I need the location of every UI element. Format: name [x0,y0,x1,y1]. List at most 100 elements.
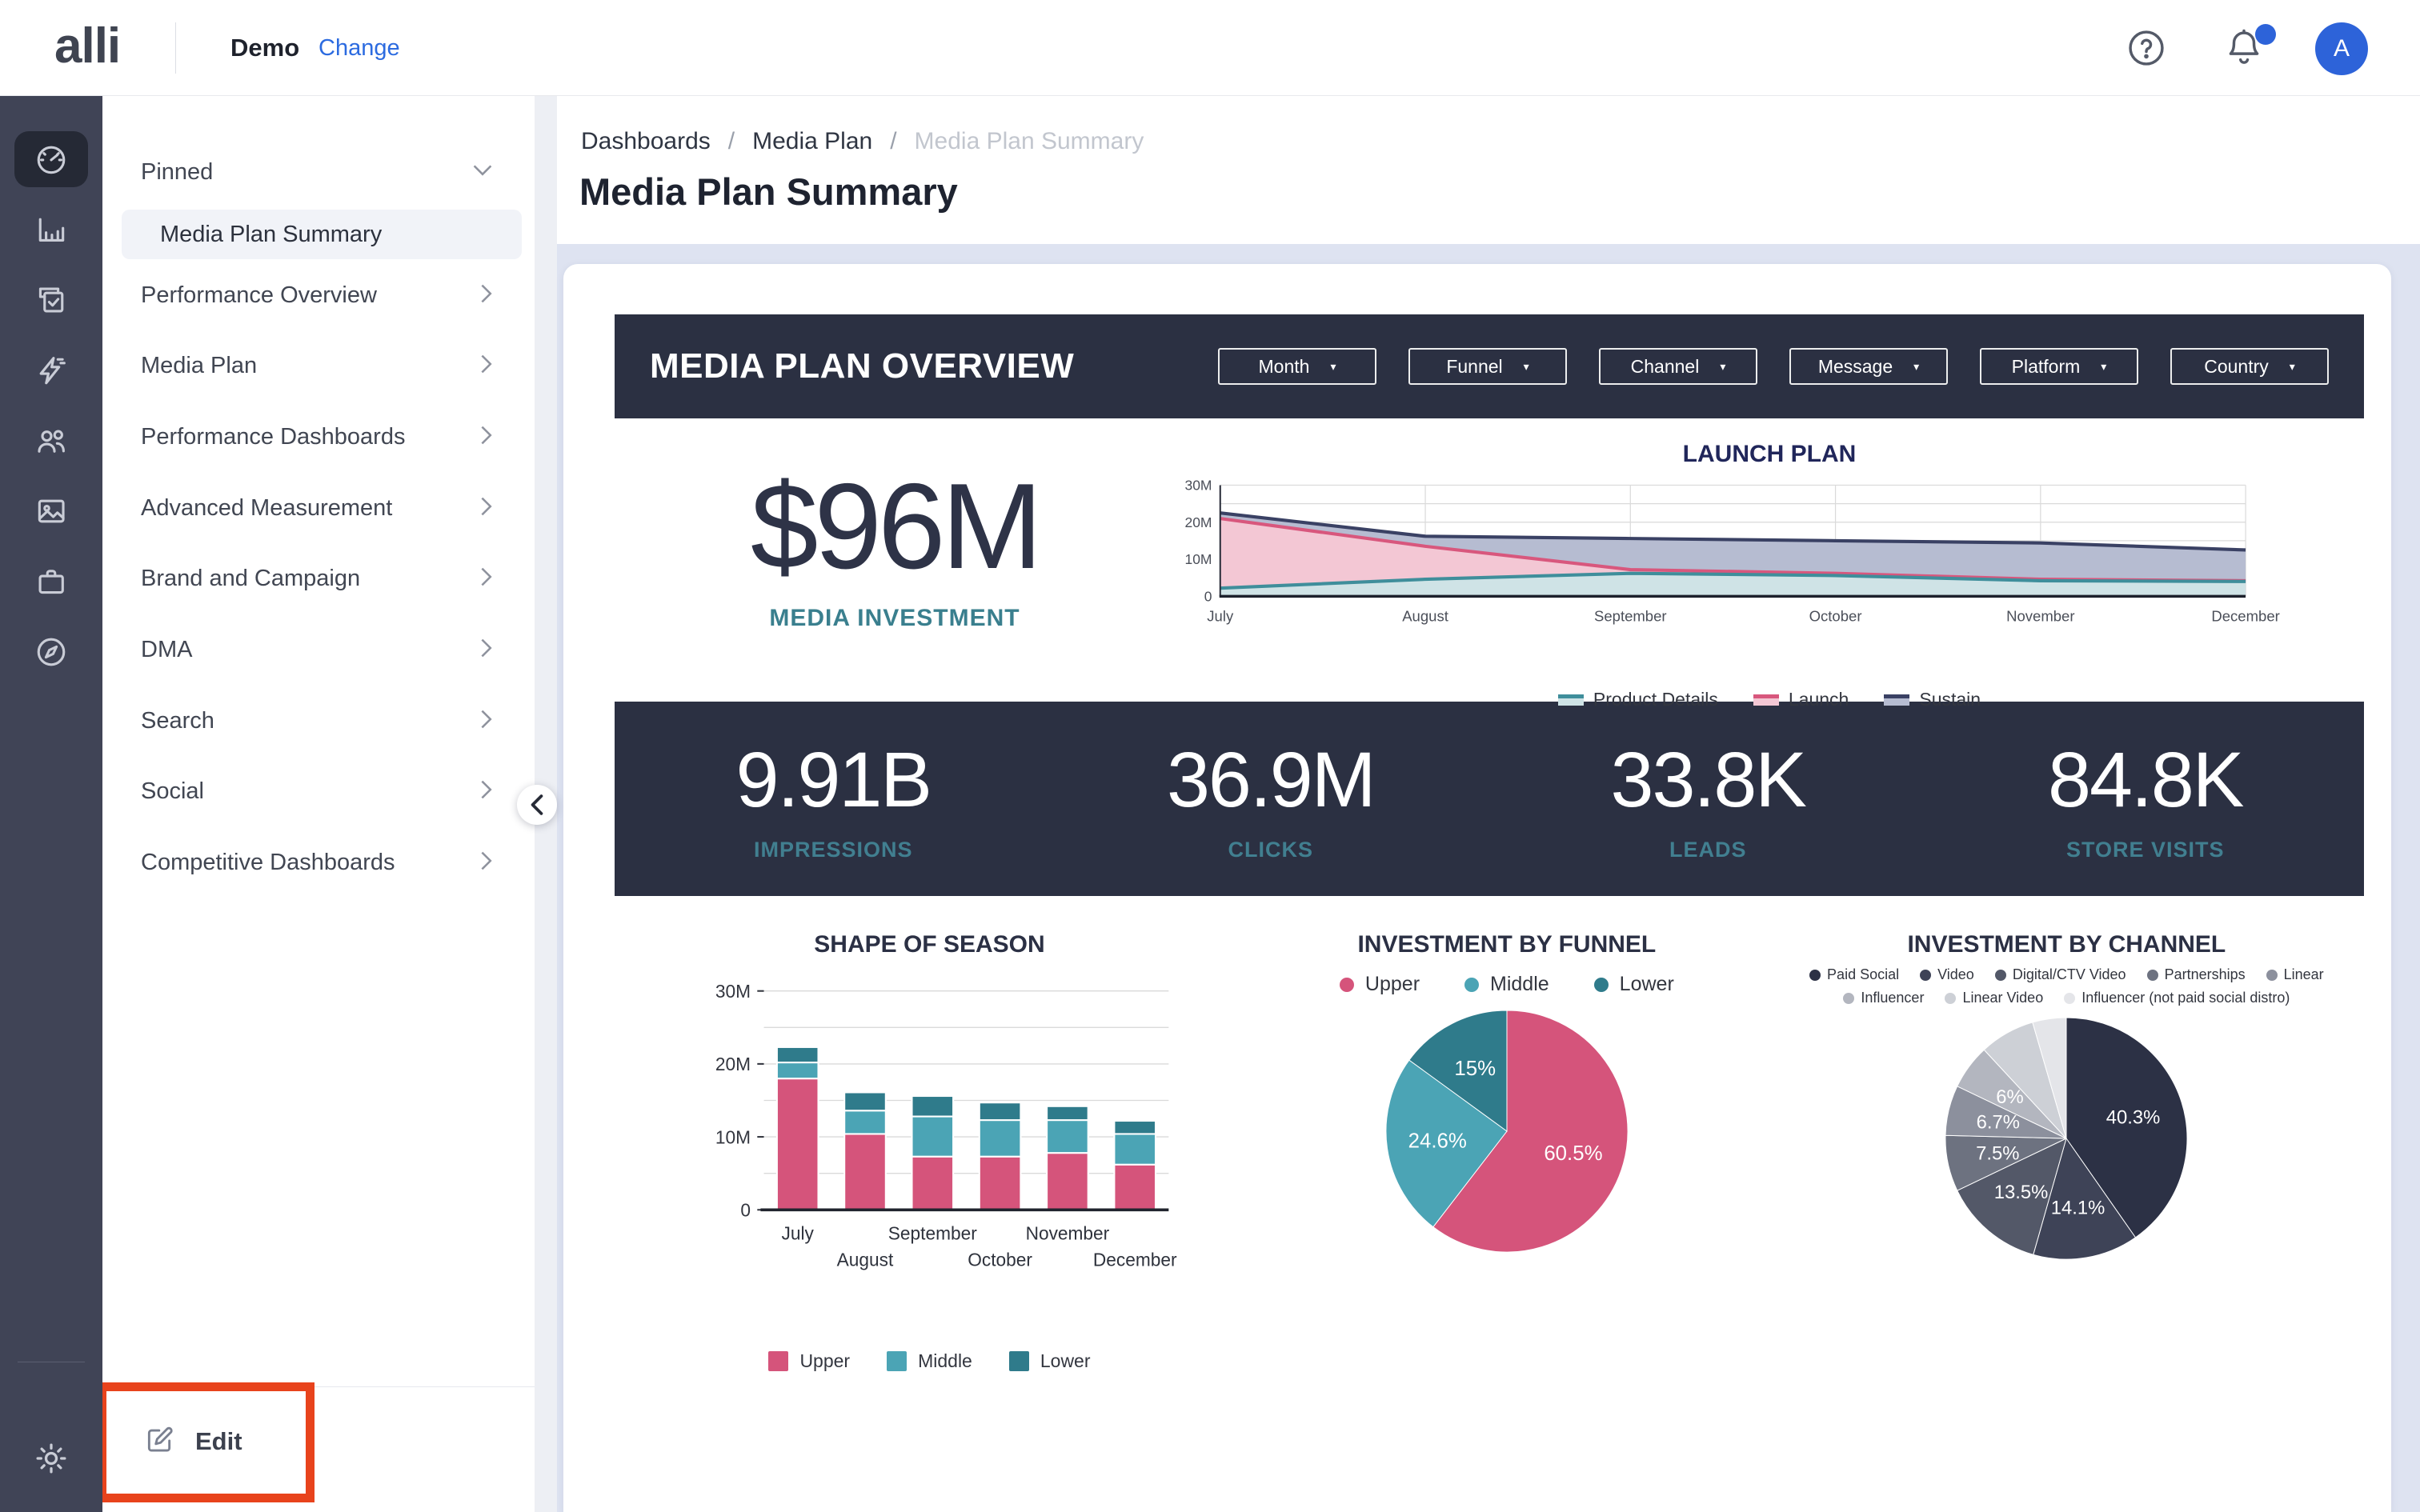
legend-swatch [1843,993,1854,1004]
breadcrumb-media-plan[interactable]: Media Plan [752,128,872,155]
page-title: Media Plan Summary [579,170,958,214]
launch-plan-section: LAUNCH PLAN 010M20M30MJulyAugustSeptembe… [1175,430,2364,694]
edit-button[interactable]: Edit [144,1424,242,1458]
svg-text:November: November [1026,1222,1110,1243]
media-investment-stat: $96M MEDIA INVESTMENT [615,430,1175,694]
user-avatar[interactable]: A [2315,22,2368,75]
investment-by-funnel-legend: Upper Middle Lower [1340,973,1674,996]
svg-text:October: October [1809,607,1862,624]
bar-September-Upper [912,1157,954,1210]
media-investment-label: MEDIA INVESTMENT [615,605,1175,632]
caret-down-icon: ▾ [2101,361,2106,372]
chevron-right-icon [480,425,493,450]
filter-bar: Month▾ Funnel▾ Channel▾ Message▾ Platfor… [1218,348,2329,385]
change-workspace-link[interactable]: Change [319,35,400,62]
legend-label: Middle [1490,973,1549,996]
legend-item-influencer-not-paid-social-distro-: Influencer (not paid social distro) [2064,990,2290,1006]
rail-automation-icon[interactable] [14,342,88,398]
sidebar-item-performance-dashboards[interactable]: Performance Dashboards [102,413,535,461]
bar-August-Lower [845,1092,887,1110]
legend-item-upper: Upper [768,1350,850,1372]
legend-item-middle: Middle [1464,973,1549,996]
svg-text:10M: 10M [1184,551,1212,567]
filter-funnel[interactable]: Funnel▾ [1408,348,1567,385]
bar-July-Middle [777,1062,819,1078]
chevron-right-icon [480,283,493,308]
caret-down-icon: ▾ [1720,361,1725,372]
rail-dashboards-icon[interactable] [14,131,88,187]
dashboard-card: MEDIA PLAN OVERVIEW Month▾ Funnel▾ Chann… [563,264,2391,1512]
bar-August-Upper [845,1134,887,1210]
legend-label: Digital/CTV Video [2013,966,2126,983]
sidebar-item-media-plan-summary[interactable]: Media Plan Summary [122,210,522,259]
rail-audience-icon[interactable] [14,413,88,469]
sidebar-item-search[interactable]: Search [102,697,535,745]
sidebar-item-social[interactable]: Social [102,767,535,815]
bar-October-Upper [980,1157,1021,1210]
legend-item-lower: Lower [1009,1350,1091,1372]
svg-text:15%: 15% [1454,1058,1496,1080]
svg-text:6%: 6% [1997,1086,2024,1108]
kpi-leads: 33.8K LEADS [1489,702,1927,896]
caret-down-icon: ▾ [2290,361,2295,372]
legend-label: Upper [799,1350,850,1372]
legend-item-upper: Upper [1340,973,1420,996]
settings-gear-icon[interactable] [14,1430,88,1486]
filter-channel[interactable]: Channel▾ [1599,348,1757,385]
legend-label: Linear Video [1962,990,2043,1006]
rail-explore-icon[interactable] [14,624,88,680]
sidebar-item-media-plan[interactable]: Media Plan [102,342,535,390]
sidebar-collapse-button[interactable] [517,785,557,825]
filter-platform[interactable]: Platform▾ [1980,348,2138,385]
investment-by-funnel-title: INVESTMENT BY FUNNEL [1357,931,1656,958]
chevron-right-icon [480,496,493,521]
sidebar-item-brand-and-campaign[interactable]: Brand and Campaign [102,554,535,602]
rail-shopping-icon[interactable] [14,554,88,610]
sidebar-item-dma[interactable]: DMA [102,626,535,674]
kpi-store-visits: 84.8K STORE VISITS [1927,702,2365,896]
legend-label: Influencer [1861,990,1924,1006]
chevron-down-icon [472,164,493,181]
svg-text:14.1%: 14.1% [2051,1197,2105,1218]
sidebar-item-performance-overview[interactable]: Performance Overview [102,271,535,319]
app-logo: alli [54,18,120,74]
rail-reports-icon[interactable] [14,272,88,328]
legend-item-paid-social: Paid Social [1809,966,1899,983]
sidebar-section-pinned[interactable]: Pinned [102,148,535,196]
sidebar-nav: Pinned Media Plan Summary Performance Ov… [102,96,535,1512]
caret-down-icon: ▾ [1524,361,1529,372]
main-area: Dashboards / Media Plan / Media Plan Sum… [557,96,2420,1512]
svg-text:60.5%: 60.5% [1544,1142,1602,1165]
svg-text:40.3%: 40.3% [2106,1107,2161,1129]
overview-header-bar: MEDIA PLAN OVERVIEW Month▾ Funnel▾ Chann… [615,314,2364,418]
help-icon[interactable] [2126,27,2167,69]
legend-label: Lower [1620,973,1674,996]
filter-month[interactable]: Month▾ [1218,348,1376,385]
svg-text:20M: 20M [715,1054,751,1074]
legend-swatch [2147,970,2158,981]
filter-message[interactable]: Message▾ [1789,348,1948,385]
sidebar-item-advanced-measurement[interactable]: Advanced Measurement [102,484,535,532]
chevron-right-icon [480,638,493,662]
sidebar-divider [102,1386,535,1387]
breadcrumb-dashboards[interactable]: Dashboards [581,128,711,155]
svg-text:0: 0 [741,1200,751,1221]
investment-by-channel-section: INVESTMENT BY CHANNEL Paid SocialVideoDi… [1769,931,2364,1372]
bar-December-Lower [1115,1121,1156,1134]
icon-rail [0,96,102,1512]
legend-swatch [1594,978,1609,992]
legend-swatch [1920,970,1931,981]
investment-by-channel-chart: 40.3%14.1%13.5%7.5%6.7%6% [1939,1011,2194,1266]
legend-item-video: Video [1920,966,1974,983]
rail-analytics-icon[interactable] [14,202,88,258]
rail-creative-icon[interactable] [14,483,88,539]
legend-label: Lower [1040,1350,1091,1372]
filter-country[interactable]: Country▾ [2170,348,2329,385]
svg-text:7.5%: 7.5% [1977,1142,2020,1164]
header-divider [175,22,176,74]
launch-plan-title: LAUNCH PLAN [1175,441,2364,468]
shape-of-season-chart: 010M20M30MJulyAugustSeptemberOctoberNove… [673,974,1185,1330]
bar-November-Middle [1048,1120,1089,1153]
sidebar-item-competitive-dashboards[interactable]: Competitive Dashboards [102,838,535,886]
launch-plan-chart: 010M20M30MJulyAugustSeptemberOctoberNove… [1175,473,2295,670]
